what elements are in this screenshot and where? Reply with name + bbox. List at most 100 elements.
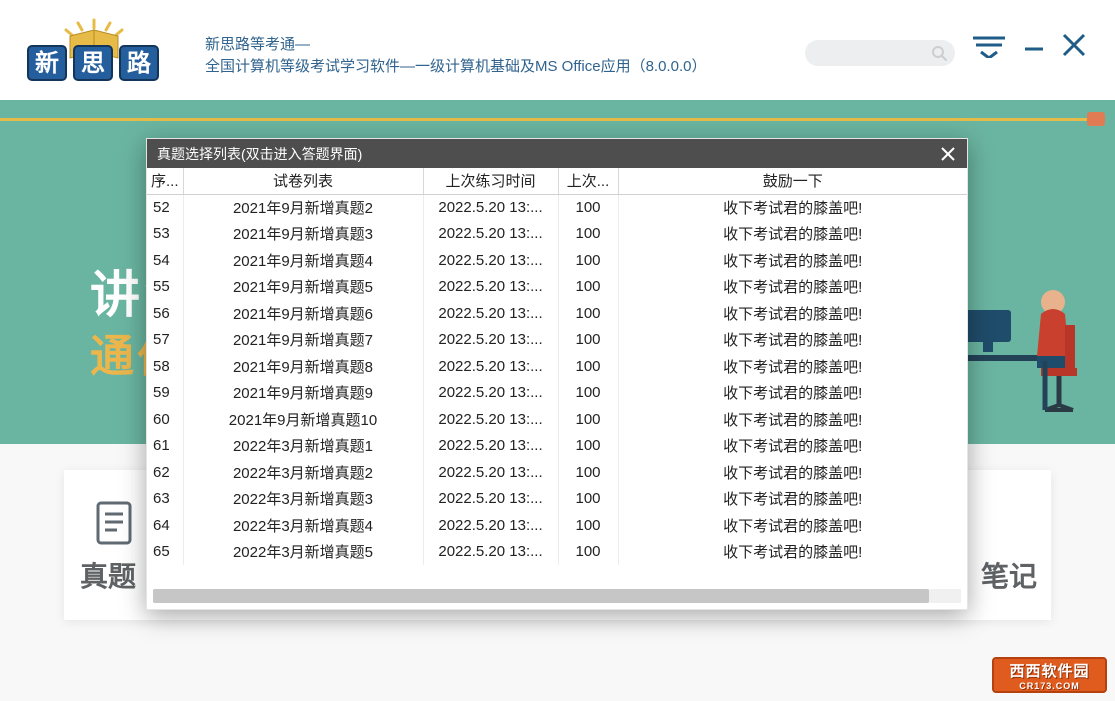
cell-encourage: 收下考试君的膝盖吧! <box>618 274 967 301</box>
table-row[interactable]: 652022年3月新增真题52022.5.20 13:...100收下考试君的膝… <box>147 539 967 566</box>
table-row[interactable]: 612022年3月新增真题12022.5.20 13:...100收下考试君的膝… <box>147 433 967 460</box>
cell-paper: 2022年3月新增真题1 <box>183 433 423 460</box>
cell-seq: 60 <box>147 406 183 433</box>
table-row[interactable]: 532021年9月新增真题32022.5.20 13:...100收下考试君的膝… <box>147 221 967 248</box>
cell-seq: 59 <box>147 380 183 407</box>
menu-icon[interactable] <box>973 36 1005 63</box>
table-row[interactable]: 522021年9月新增真题22022.5.20 13:...100收下考试君的膝… <box>147 194 967 221</box>
cell-seq: 63 <box>147 486 183 513</box>
table-row[interactable]: 572021年9月新增真题72022.5.20 13:...100收下考试君的膝… <box>147 327 967 354</box>
cell-time: 2022.5.20 13:... <box>423 539 558 566</box>
table-row[interactable]: 562021年9月新增真题62022.5.20 13:...100收下考试君的膝… <box>147 300 967 327</box>
cell-seq: 58 <box>147 353 183 380</box>
cell-encourage: 收下考试君的膝盖吧! <box>618 353 967 380</box>
cell-time: 2022.5.20 13:... <box>423 274 558 301</box>
table-row[interactable]: 642022年3月新增真题42022.5.20 13:...100收下考试君的膝… <box>147 512 967 539</box>
cell-score: 100 <box>558 380 618 407</box>
cell-encourage: 收下考试君的膝盖吧! <box>618 486 967 513</box>
cell-encourage: 收下考试君的膝盖吧! <box>618 300 967 327</box>
app-logo: 新 思 路 <box>22 18 167 88</box>
app-close-button[interactable] <box>1061 32 1087 63</box>
table-row[interactable]: 632022年3月新增真题32022.5.20 13:...100收下考试君的膝… <box>147 486 967 513</box>
app-background: 新 思 路 新思路等考通— 全国计算机等级考试学习软件—一级计算机基础及MS O… <box>0 0 1115 701</box>
cell-encourage: 收下考试君的膝盖吧! <box>618 406 967 433</box>
cell-seq: 57 <box>147 327 183 354</box>
cell-score: 100 <box>558 406 618 433</box>
cell-time: 2022.5.20 13:... <box>423 459 558 486</box>
cell-encourage: 收下考试君的膝盖吧! <box>618 380 967 407</box>
modal-titlebar[interactable]: 真题选择列表(双击进入答题界面) <box>147 139 967 168</box>
col-header-time[interactable]: 上次练习时间 <box>423 168 558 194</box>
svg-text:路: 路 <box>127 49 152 77</box>
cell-score: 100 <box>558 221 618 248</box>
cell-seq: 52 <box>147 194 183 221</box>
document-icon <box>95 500 137 551</box>
cell-score: 100 <box>558 433 618 460</box>
watermark: 西西软件园 CR173.COM <box>992 657 1107 693</box>
search-input[interactable] <box>805 40 955 66</box>
table-row[interactable]: 592021年9月新增真题92022.5.20 13:...100收下考试君的膝… <box>147 380 967 407</box>
cell-score: 100 <box>558 274 618 301</box>
cell-time: 2022.5.20 13:... <box>423 327 558 354</box>
cell-time: 2022.5.20 13:... <box>423 353 558 380</box>
cell-paper: 2022年3月新增真题4 <box>183 512 423 539</box>
cell-encourage: 收下考试君的膝盖吧! <box>618 327 967 354</box>
cell-seq: 64 <box>147 512 183 539</box>
exam-table-wrap: 序... 试卷列表 上次练习时间 上次... 鼓励一下 522021年9月新增真… <box>147 168 967 609</box>
cell-seq: 54 <box>147 247 183 274</box>
table-row[interactable]: 622022年3月新增真题22022.5.20 13:...100收下考试君的膝… <box>147 459 967 486</box>
cell-seq: 56 <box>147 300 183 327</box>
cell-encourage: 收下考试君的膝盖吧! <box>618 459 967 486</box>
logo-icon: 新 思 路 <box>22 18 167 88</box>
table-row[interactable]: 552021年9月新增真题52022.5.20 13:...100收下考试君的膝… <box>147 274 967 301</box>
col-header-paper[interactable]: 试卷列表 <box>183 168 423 194</box>
col-header-encourage[interactable]: 鼓励一下 <box>618 168 967 194</box>
cell-seq: 53 <box>147 221 183 248</box>
cell-seq: 55 <box>147 274 183 301</box>
cell-score: 100 <box>558 512 618 539</box>
col-header-seq[interactable]: 序... <box>147 168 183 194</box>
modal-close-button[interactable] <box>939 145 957 163</box>
cell-paper: 2021年9月新增真题8 <box>183 353 423 380</box>
cell-paper: 2021年9月新增真题6 <box>183 300 423 327</box>
col-header-score[interactable]: 上次... <box>558 168 618 194</box>
table-row[interactable]: 602021年9月新增真题102022.5.20 13:...100收下考试君的… <box>147 406 967 433</box>
svg-text:新: 新 <box>35 49 59 77</box>
cell-paper: 2021年9月新增真题4 <box>183 247 423 274</box>
accent-cap <box>1087 112 1105 126</box>
cell-encourage: 收下考试君的膝盖吧! <box>618 221 967 248</box>
cell-time: 2022.5.20 13:... <box>423 194 558 221</box>
cell-encourage: 收下考试君的膝盖吧! <box>618 433 967 460</box>
exam-list-modal: 真题选择列表(双击进入答题界面) 序... 试卷列表 上次练习时间 <box>146 138 968 610</box>
cell-seq: 65 <box>147 539 183 566</box>
header-title-line2: 全国计算机等级考试学习软件—一级计算机基础及MS Office应用（8.0.0.… <box>205 56 706 78</box>
table-row[interactable]: 542021年9月新增真题42022.5.20 13:...100收下考试君的膝… <box>147 247 967 274</box>
cell-score: 100 <box>558 459 618 486</box>
cell-paper: 2022年3月新增真题2 <box>183 459 423 486</box>
header-title-line1: 新思路等考通— <box>205 34 706 56</box>
close-icon <box>941 147 955 161</box>
cell-time: 2022.5.20 13:... <box>423 406 558 433</box>
search-icon <box>931 45 947 66</box>
horizontal-scrollbar[interactable] <box>153 589 961 603</box>
table-row[interactable]: 582021年9月新增真题82022.5.20 13:...100收下考试君的膝… <box>147 353 967 380</box>
cell-paper: 2021年9月新增真题3 <box>183 221 423 248</box>
cell-encourage: 收下考试君的膝盖吧! <box>618 539 967 566</box>
cell-paper: 2022年3月新增真题3 <box>183 486 423 513</box>
exam-table: 序... 试卷列表 上次练习时间 上次... 鼓励一下 522021年9月新增真… <box>147 168 967 565</box>
cell-paper: 2021年9月新增真题10 <box>183 406 423 433</box>
minimize-button[interactable] <box>1023 38 1045 60</box>
cell-time: 2022.5.20 13:... <box>423 300 558 327</box>
cell-time: 2022.5.20 13:... <box>423 380 558 407</box>
header-title: 新思路等考通— 全国计算机等级考试学习软件—一级计算机基础及MS Office应… <box>205 34 706 78</box>
cell-score: 100 <box>558 194 618 221</box>
watermark-line1: 西西软件园 <box>1009 660 1089 681</box>
cell-paper: 2022年3月新增真题5 <box>183 539 423 566</box>
cell-paper: 2021年9月新增真题5 <box>183 274 423 301</box>
cell-time: 2022.5.20 13:... <box>423 247 558 274</box>
scrollbar-thumb[interactable] <box>153 589 929 603</box>
accent-line <box>0 118 1087 121</box>
cell-score: 100 <box>558 327 618 354</box>
cell-score: 100 <box>558 300 618 327</box>
cell-encourage: 收下考试君的膝盖吧! <box>618 512 967 539</box>
